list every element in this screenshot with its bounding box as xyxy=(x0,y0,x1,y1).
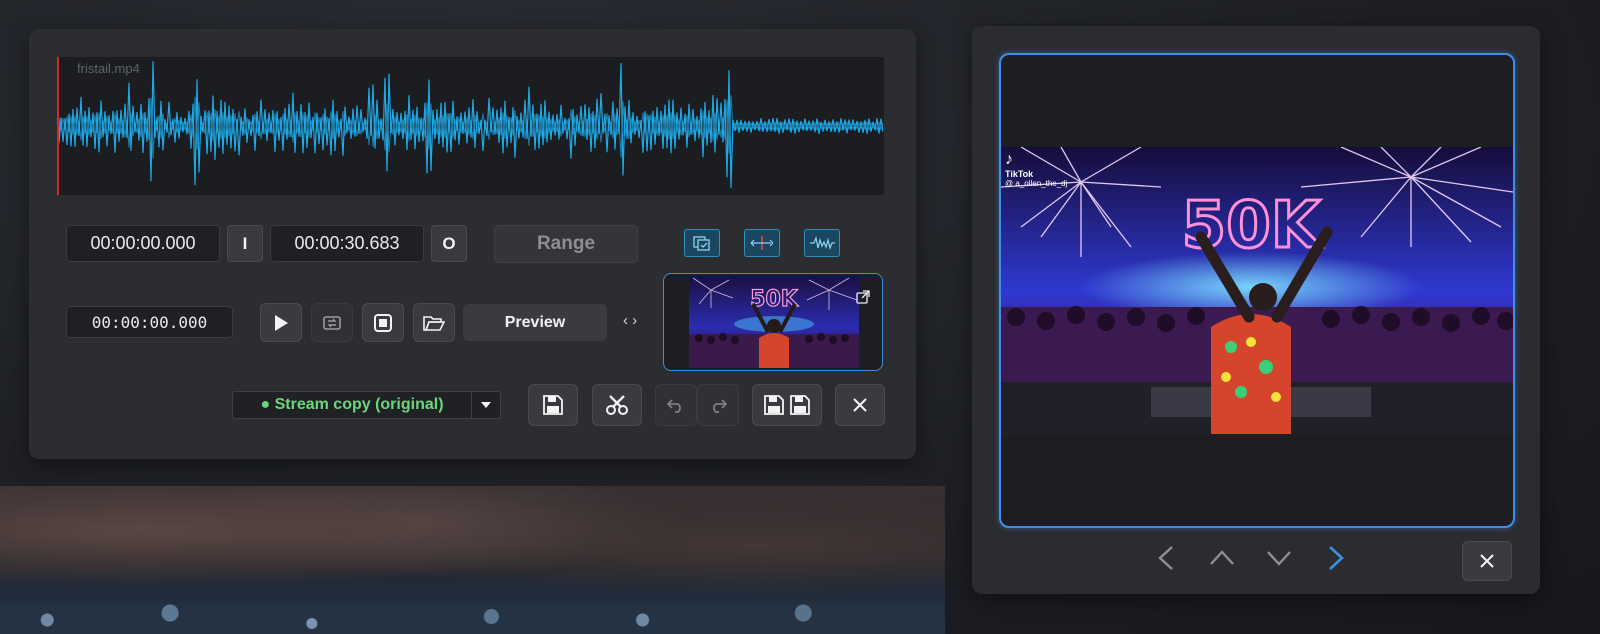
loop-button[interactable] xyxy=(311,303,353,342)
output-mode-value: ● Stream copy (original) xyxy=(260,396,444,413)
undo-button[interactable] xyxy=(655,384,697,426)
move-down-button[interactable] xyxy=(1262,541,1296,575)
redo-icon xyxy=(713,399,727,413)
preview-thumbnail[interactable]: 50K xyxy=(663,273,883,371)
chevron-left-icon xyxy=(1158,546,1173,570)
extend-position-icon[interactable] xyxy=(744,229,780,257)
save-all-button[interactable] xyxy=(752,384,822,426)
trim-editor-panel: fristail.mp4 00:00:00.000 I 00:00:30.683… xyxy=(29,29,916,459)
previous-button[interactable] xyxy=(1149,541,1183,575)
range-button[interactable]: Range xyxy=(494,225,638,263)
close-icon xyxy=(853,398,867,412)
media-viewer-panel: 50K ♪ TikTok @ a_ollen_the_dj xyxy=(972,26,1540,594)
close-icon xyxy=(1480,554,1494,568)
play-button[interactable] xyxy=(260,303,302,342)
thumbnail-image: 50K xyxy=(689,276,859,368)
redo-button[interactable] xyxy=(697,384,739,426)
waveform-view[interactable]: fristail.mp4 xyxy=(57,57,884,195)
move-up-button[interactable] xyxy=(1205,541,1239,575)
save-icon xyxy=(543,395,563,415)
open-external-icon[interactable] xyxy=(856,290,870,304)
stop-icon xyxy=(374,313,392,332)
save-button[interactable] xyxy=(528,384,578,426)
chevron-down-icon[interactable] xyxy=(471,392,500,418)
tiktok-watermark: ♪ TikTok @ a_ollen_the_dj xyxy=(1005,151,1068,188)
chevron-up-icon xyxy=(1210,550,1234,565)
folder-open-icon xyxy=(423,315,445,331)
next-button[interactable] xyxy=(1319,541,1353,575)
background-landscape xyxy=(0,486,945,634)
set-in-point-button[interactable]: I xyxy=(227,225,263,262)
close-editor-button[interactable] xyxy=(835,384,885,426)
file-name-label: fristail.mp4 xyxy=(77,61,140,76)
stop-button[interactable] xyxy=(362,303,404,342)
set-out-point-button[interactable]: O xyxy=(431,225,467,262)
output-mode-select[interactable]: ● Stream copy (original) xyxy=(232,391,501,419)
chevron-down-icon xyxy=(1267,551,1291,566)
current-time-field[interactable]: 00:00:00.000 xyxy=(66,306,233,338)
waveform-style-icon[interactable] xyxy=(804,229,840,257)
close-viewer-button[interactable] xyxy=(1462,541,1512,581)
viewer-overlay-text: 50K xyxy=(1182,189,1323,263)
scissors-icon xyxy=(606,395,628,415)
chevron-right-icon xyxy=(1329,546,1344,570)
preview-button[interactable]: Preview xyxy=(463,304,607,341)
waveform-graphic xyxy=(57,57,884,195)
viewer-image: 50K ♪ TikTok @ a_ollen_the_dj xyxy=(1001,147,1513,434)
play-icon xyxy=(275,314,288,331)
copy-mode-icon[interactable] xyxy=(684,229,720,257)
open-file-button[interactable] xyxy=(413,303,455,342)
loop-icon xyxy=(323,315,341,330)
in-point-time-field[interactable]: 00:00:00.000 xyxy=(66,225,220,262)
cut-button[interactable] xyxy=(592,384,642,426)
undo-icon xyxy=(667,399,681,413)
save-all-icon xyxy=(764,395,810,415)
toggle-panel-icon[interactable]: ‹ › xyxy=(623,312,637,329)
out-point-time-field[interactable]: 00:00:30.683 xyxy=(270,225,424,262)
viewer-frame: 50K ♪ TikTok @ a_ollen_the_dj xyxy=(999,53,1515,528)
